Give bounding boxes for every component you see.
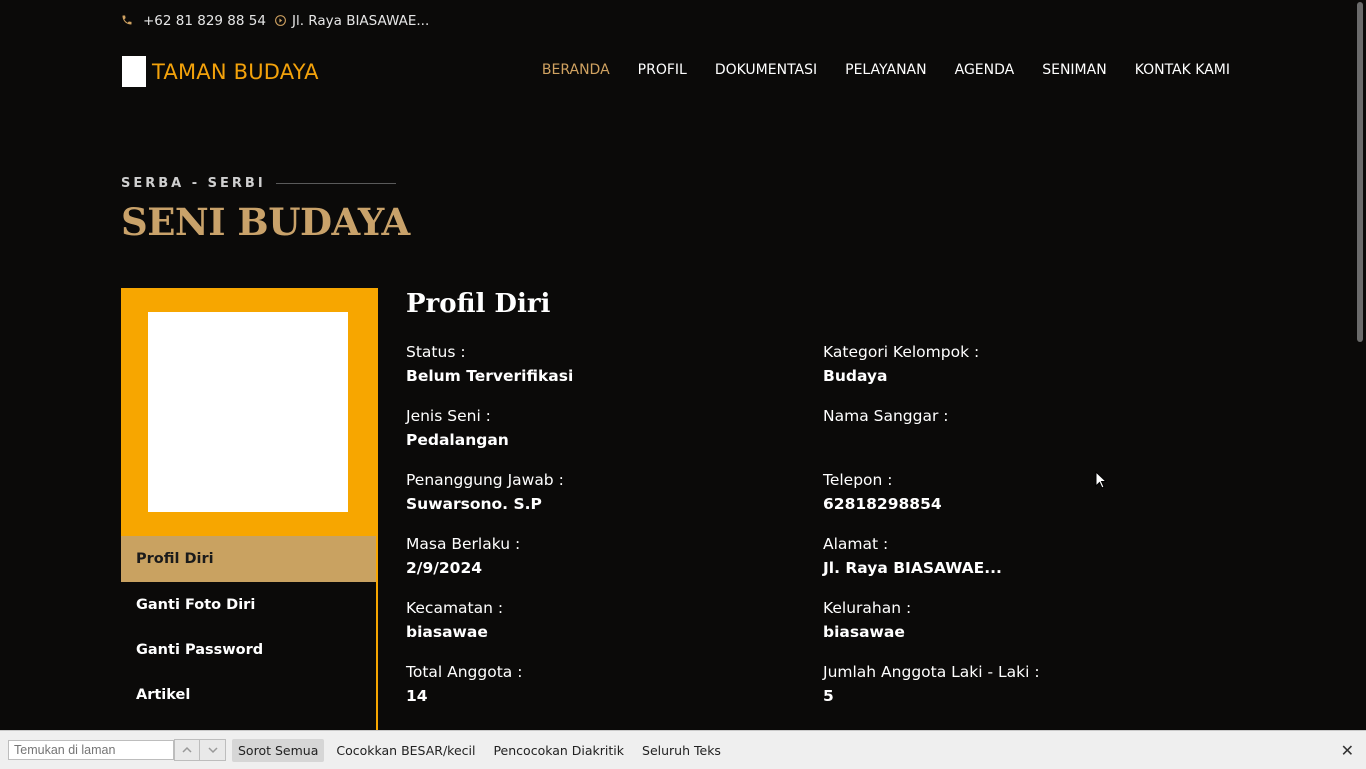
field-value: Suwarsono. S.P [406, 495, 542, 513]
field-penanggung-jawab: Penanggung Jawab : Suwarsono. S.P [406, 471, 786, 513]
location-icon [274, 14, 288, 28]
field-label: Status : [406, 343, 466, 361]
brand-logo[interactable]: TAMAN BUDAYA [122, 56, 319, 87]
field-value: 2/9/2024 [406, 559, 483, 577]
field-label: Alamat : [823, 535, 889, 553]
field-value: biasawae [823, 623, 905, 641]
field-nama-sanggar: Nama Sanggar : [823, 407, 1203, 431]
field-label: Kelurahan : [823, 599, 912, 617]
profile-content: Profil Diri Status : Belum Terverifikasi… [406, 288, 1246, 705]
find-input[interactable] [8, 740, 174, 760]
phone-number[interactable]: +62 81 829 88 54 [143, 13, 266, 29]
main-nav: BERANDA PROFIL DOKUMENTASI PELAYANAN AGE… [542, 62, 1230, 78]
field-label: Nama Sanggar : [823, 407, 949, 425]
chevron-up-icon [182, 746, 192, 753]
field-value: 62818298854 [823, 495, 942, 513]
nav-dokumentasi[interactable]: DOKUMENTASI [715, 62, 817, 78]
section-eyebrow: SERBA - SERBI [121, 176, 396, 191]
sidebar-item-ganti-foto[interactable]: Ganti Foto Diri [121, 582, 376, 627]
match-diacritics-toggle[interactable]: Pencocokan Diakritik [487, 739, 630, 762]
field-value: 5 [823, 687, 834, 705]
page-title: SENI BUDAYA [121, 200, 410, 244]
field-label: Jumlah Anggota Laki - Laki : [823, 663, 1040, 681]
nav-agenda[interactable]: AGENDA [955, 62, 1015, 78]
top-contact-bar: +62 81 829 88 54 Jl. Raya BIASAWAE... [121, 11, 429, 31]
field-value: 14 [406, 687, 428, 705]
field-jumlah-laki-laki: Jumlah Anggota Laki - Laki : 5 [823, 663, 1203, 705]
field-label: Penanggung Jawab : [406, 471, 564, 489]
field-value: Jl. Raya BIASAWAE... [823, 559, 1002, 577]
field-jenis-seni: Jenis Seni : Pedalangan [406, 407, 786, 449]
mouse-cursor-icon [1095, 471, 1107, 489]
scrollbar-thumb[interactable] [1357, 2, 1363, 342]
match-case-toggle[interactable]: Cocokkan BESAR/kecil [330, 739, 481, 762]
field-masa-berlaku: Masa Berlaku : 2/9/2024 [406, 535, 786, 577]
find-next-button[interactable] [200, 739, 226, 761]
whole-words-toggle[interactable]: Seluruh Teks [636, 739, 727, 762]
sidebar-item-ganti-password[interactable]: Ganti Password [121, 627, 376, 672]
logo-image [122, 56, 146, 87]
field-label: Kategori Kelompok : [823, 343, 980, 361]
field-label: Telepon : [823, 471, 893, 489]
field-status: Status : Belum Terverifikasi [406, 343, 786, 385]
field-kelurahan: Kelurahan : biasawae [823, 599, 1203, 641]
nav-pelayanan[interactable]: PELAYANAN [845, 62, 926, 78]
find-previous-button[interactable] [174, 739, 200, 761]
field-alamat: Alamat : Jl. Raya BIASAWAE... [823, 535, 1203, 577]
nav-seniman[interactable]: SENIMAN [1042, 62, 1106, 78]
field-value: Pedalangan [406, 431, 509, 449]
field-label: Jenis Seni : [406, 407, 491, 425]
eyebrow-text: SERBA - SERBI [121, 176, 266, 191]
field-label: Total Anggota : [406, 663, 523, 681]
sidebar-item-artikel[interactable]: Artikel [121, 672, 376, 717]
find-in-page-bar: Sorot Semua Cocokkan BESAR/kecil Pencoco… [0, 730, 1366, 769]
eyebrow-divider [275, 183, 396, 184]
address-text[interactable]: Jl. Raya BIASAWAE... [292, 13, 429, 29]
close-icon[interactable]: ✕ [1341, 741, 1354, 760]
brand-name: TAMAN BUDAYA [152, 59, 319, 84]
profile-sidebar: Profil Diri Ganti Foto Diri Ganti Passwo… [121, 288, 378, 748]
field-telepon: Telepon : 62818298854 [823, 471, 1203, 513]
field-label: Masa Berlaku : [406, 535, 521, 553]
nav-profil[interactable]: PROFIL [638, 62, 687, 78]
highlight-all-toggle[interactable]: Sorot Semua [232, 738, 325, 762]
profile-title: Profil Diri [406, 289, 551, 319]
field-kecamatan: Kecamatan : biasawae [406, 599, 786, 641]
field-value: Budaya [823, 367, 888, 385]
phone-icon [121, 14, 135, 28]
sidebar-item-profil-diri[interactable]: Profil Diri [121, 536, 376, 582]
nav-beranda[interactable]: BERANDA [542, 62, 610, 78]
profile-photo-frame [121, 288, 376, 536]
field-value: Belum Terverifikasi [406, 367, 574, 385]
field-label: Kecamatan : [406, 599, 504, 617]
page-scrollbar[interactable] [1354, 0, 1366, 730]
field-kategori-kelompok: Kategori Kelompok : Budaya [823, 343, 1203, 385]
field-total-anggota: Total Anggota : 14 [406, 663, 786, 705]
field-value: biasawae [406, 623, 488, 641]
nav-kontak-kami[interactable]: KONTAK KAMI [1135, 62, 1230, 78]
profile-photo [148, 312, 348, 512]
chevron-down-icon [207, 747, 218, 754]
